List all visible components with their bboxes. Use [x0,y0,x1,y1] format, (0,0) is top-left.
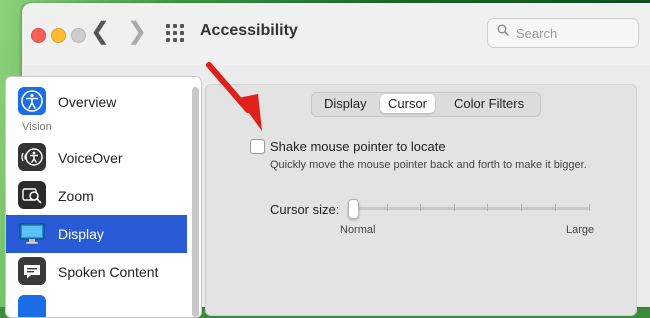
sidebar-item-overview[interactable]: Overview [6,83,186,121]
back-button[interactable]: ❮ [90,19,110,45]
slider-tick [387,204,388,211]
spoken-content-icon [18,257,46,285]
slider-tick [454,204,455,211]
slider-max-label: Large [566,224,595,236]
sidebar-item-spoken-content[interactable]: Spoken Content [6,253,186,291]
sidebar-item-partial[interactable] [6,291,186,317]
slider-min-label: Normal [340,224,376,236]
sidebar-scrollbar[interactable] [192,87,199,317]
cursor-size-slider-knob[interactable] [348,199,359,219]
display-icon [19,223,45,244]
sidebar-item-label: Overview [58,94,117,110]
voiceover-icon [18,143,46,171]
tab-bar: Display Cursor Color Filters [311,92,541,117]
slider-tick [487,204,488,211]
sidebar-item-label: Display [58,226,104,242]
sidebar-item-label: Spoken Content [58,264,159,280]
sidebar: Overview Vision VoiceOver Zoom Display S… [5,76,202,318]
accessibility-icon [18,87,46,115]
window-title: Accessibility [200,22,298,39]
settings-pane [205,84,637,316]
sidebar-item-zoom[interactable]: Zoom [6,177,186,215]
slider-tick [420,204,421,211]
slider-tick [521,204,522,211]
close-button[interactable] [31,28,46,43]
slider-tick [555,204,556,211]
show-all-grid-icon[interactable] [166,24,184,42]
minimize-button[interactable] [51,28,66,43]
slider-tick [589,204,590,211]
forward-button[interactable]: ❯ [127,19,147,45]
zoom-icon [18,181,46,209]
tab-display[interactable]: Display [324,96,367,111]
zoom-button[interactable] [71,28,86,43]
sidebar-item-voiceover[interactable]: VoiceOver [6,139,186,177]
sidebar-item-label: VoiceOver [58,150,123,166]
search-placeholder: Search [516,26,558,41]
cursor-size-label: Cursor size: [270,202,340,217]
search-icon [497,24,509,36]
tab-color-filters[interactable]: Color Filters [454,96,524,111]
sidebar-item-label: Zoom [58,188,94,204]
shake-pointer-checkbox[interactable] [250,139,265,154]
shake-pointer-description: Quickly move the mouse pointer back and … [270,159,587,171]
sidebar-section-vision: Vision [22,121,52,133]
sidebar-item-display[interactable]: Display [6,215,187,253]
tab-cursor[interactable]: Cursor [380,94,436,113]
search-field[interactable]: Search [487,18,639,48]
shake-pointer-label[interactable]: Shake mouse pointer to locate [270,139,446,154]
